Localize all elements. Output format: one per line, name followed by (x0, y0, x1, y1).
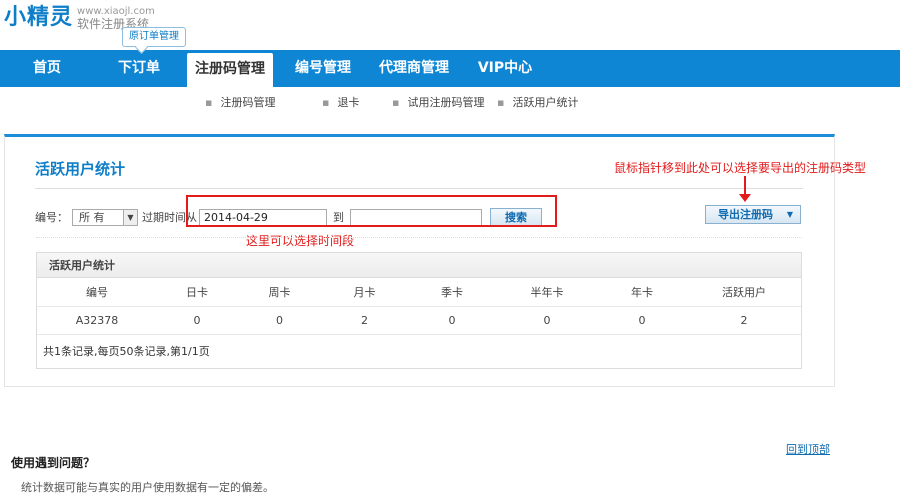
nav-place-order[interactable]: 下订单 (110, 50, 168, 87)
nav-agent-management[interactable]: 代理商管理 (372, 50, 456, 87)
table-header-row: 编号 日卡 周卡 月卡 季卡 半年卡 年卡 活跃用户 (37, 278, 801, 307)
cell-week-card: 0 (237, 306, 322, 335)
order-tooltip: 原订单管理 (122, 27, 186, 47)
subnav-label: 注册码管理 (220, 96, 276, 109)
col-number: 编号 (37, 278, 157, 307)
cell-number: A32378 (37, 306, 157, 335)
logo-text: 小精灵 (4, 5, 74, 30)
table-row: A32378 0 0 2 0 0 0 2 (37, 306, 801, 335)
col-year-card: 年卡 (597, 278, 687, 307)
nav-home[interactable]: 首页 (20, 50, 74, 87)
dotted-divider (36, 237, 802, 238)
annotation-arrow (744, 176, 746, 196)
col-month-card: 月卡 (322, 278, 407, 307)
col-quarter-card: 季卡 (407, 278, 497, 307)
col-day-card: 日卡 (157, 278, 237, 307)
title-divider (35, 188, 803, 189)
caret-down-icon: ▼ (786, 210, 793, 219)
help-title: 使用遇到问题？ (11, 456, 96, 470)
cell-year-card: 0 (597, 306, 687, 335)
bullet-icon: ▪ (205, 96, 213, 109)
subnav-reg-code-management[interactable]: ▪ 注册码管理 (205, 94, 275, 110)
subnav-label: 试用注册码管理 (407, 96, 485, 109)
back-to-top-link[interactable]: 回到顶部 (786, 441, 830, 457)
subnav-label: 活跃用户统计 (512, 96, 579, 109)
number-select-value: 所 有 (79, 211, 105, 224)
cell-active-users: 2 (687, 306, 801, 335)
cell-quarter-card: 0 (407, 306, 497, 335)
export-button-label: 导出注册码 (718, 208, 773, 221)
cell-month-card: 2 (322, 306, 407, 335)
cell-halfyear-card: 0 (497, 306, 597, 335)
number-label: 编号： (35, 211, 68, 224)
cell-day-card: 0 (157, 306, 237, 335)
pagination-info: 共1条记录,每页50条记录,第1/1页 (43, 344, 210, 358)
subnav-refund-card[interactable]: ▪ 退卡 (322, 94, 359, 110)
bullet-icon: ▪ (497, 96, 505, 109)
subnav-active-user-stats[interactable]: ▪ 活跃用户统计 (497, 94, 578, 110)
arrow-down-icon (739, 194, 751, 202)
help-text: 统计数据可能与真实的用户使用数据有一定的偏差。 (21, 481, 274, 493)
bullet-icon: ▪ (322, 96, 330, 109)
annotation-time-note: 这里可以选择时间段 (246, 234, 355, 248)
stats-table-box: 活跃用户统计 编号 日卡 周卡 月卡 季卡 半年卡 年卡 活跃用户 A32378… (36, 252, 802, 369)
annotation-time-box (186, 195, 557, 227)
nav-vip-center[interactable]: VIP中心 (470, 50, 540, 87)
sub-navbar: ▪ 注册码管理 ▪ 退卡 ▪ 试用注册码管理 ▪ 活跃用户统计 (0, 94, 900, 112)
chevron-down-icon[interactable]: ▼ (123, 209, 137, 225)
nav-number-management[interactable]: 编号管理 (288, 50, 358, 87)
nav-reg-code-management[interactable]: 注册码管理 (187, 53, 273, 87)
col-halfyear-card: 半年卡 (497, 278, 597, 307)
col-week-card: 周卡 (237, 278, 322, 307)
stats-table: 编号 日卡 周卡 月卡 季卡 半年卡 年卡 活跃用户 A32378 0 0 2 … (37, 278, 801, 335)
page-title: 活跃用户统计 (35, 160, 126, 178)
subnav-trial-reg-code[interactable]: ▪ 试用注册码管理 (392, 94, 484, 110)
number-select[interactable]: 所 有 ▼ (72, 208, 138, 226)
bullet-icon: ▪ (392, 96, 400, 109)
col-active-users: 活跃用户 (687, 278, 801, 307)
table-title: 活跃用户统计 (37, 253, 801, 278)
export-reg-code-button[interactable]: 导出注册码 ▼ (705, 205, 801, 224)
annotation-export-note: 鼠标指针移到此处可以选择要导出的注册码类型 (614, 161, 867, 175)
subnav-label: 退卡 (337, 96, 360, 109)
main-navbar: 首页 下订单 注册码管理 编号管理 代理商管理 VIP中心 (0, 50, 900, 87)
